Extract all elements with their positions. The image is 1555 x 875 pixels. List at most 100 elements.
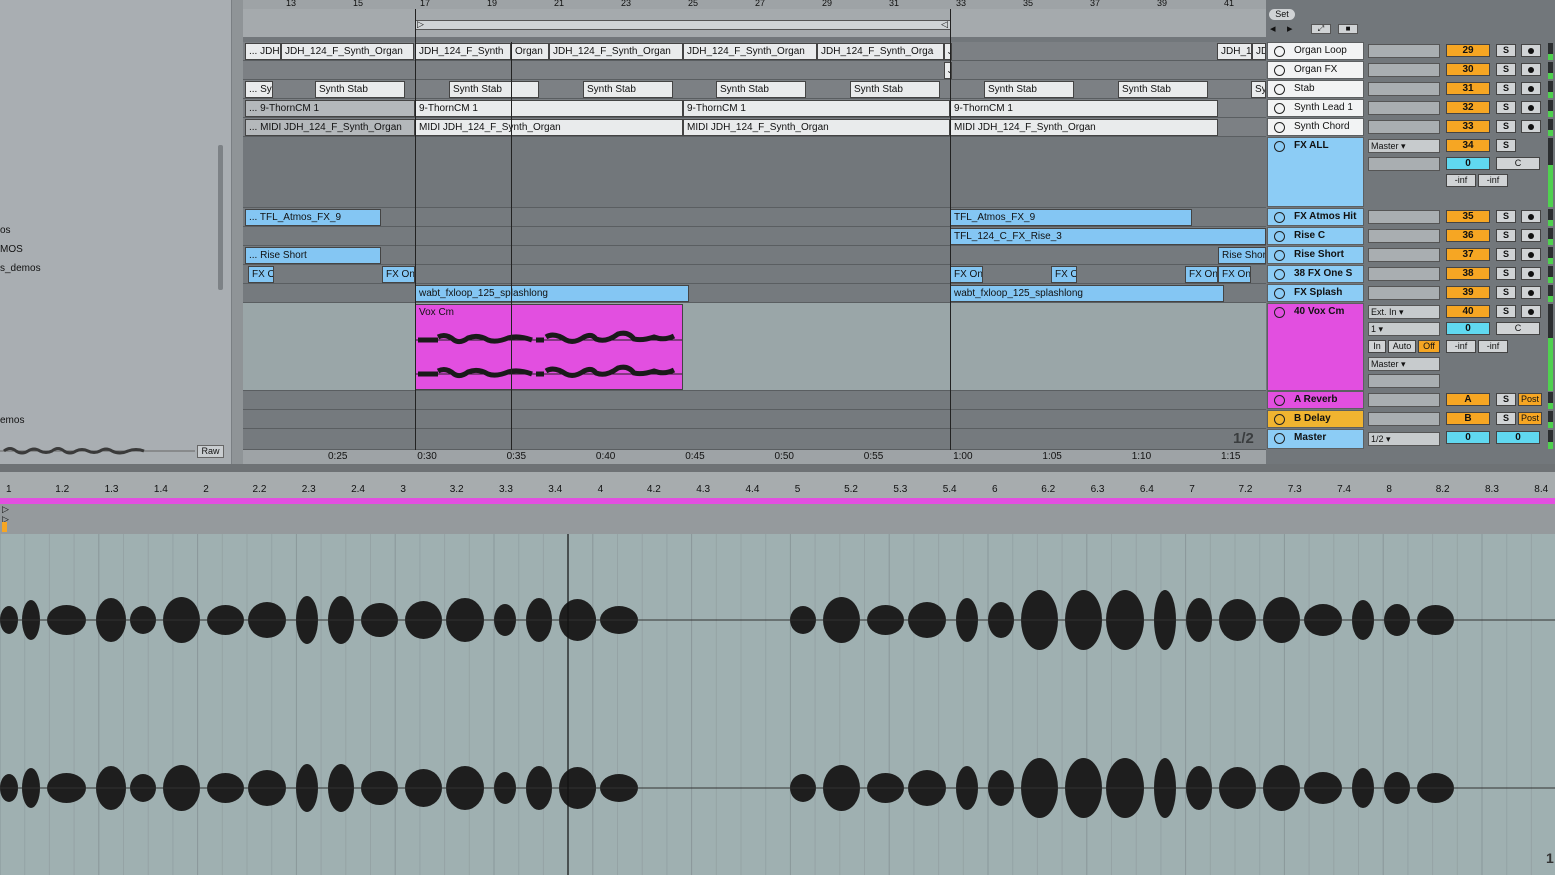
nav-next-icon[interactable]: ▸ xyxy=(1287,22,1293,35)
solo-button[interactable]: S xyxy=(1496,286,1516,299)
clip[interactable]: Synth Stab xyxy=(315,81,405,98)
lane-rise-short[interactable] xyxy=(243,246,1266,265)
clip[interactable]: Rise Shor xyxy=(1218,247,1266,264)
play-icon[interactable] xyxy=(1274,212,1285,223)
solo-button[interactable]: S xyxy=(1496,267,1516,280)
post-button[interactable]: Post xyxy=(1518,412,1542,425)
browser-scrollbar[interactable] xyxy=(218,145,223,290)
raw-button[interactable]: Raw xyxy=(197,445,224,458)
record-arm-button[interactable] xyxy=(1521,267,1541,280)
play-icon[interactable] xyxy=(1274,141,1285,152)
track-header[interactable]: Stab xyxy=(1267,80,1364,98)
track-header[interactable]: Synth Lead 1 xyxy=(1267,99,1364,117)
clip[interactable]: FX O xyxy=(1051,266,1077,283)
lane-fx-all[interactable] xyxy=(243,137,1266,208)
record-arm-button[interactable] xyxy=(1521,44,1541,57)
pan-value[interactable]: C xyxy=(1496,322,1540,335)
loop-region-row[interactable]: ▷ ◁ xyxy=(243,9,1266,37)
clip[interactable]: FX On xyxy=(382,266,415,283)
clip[interactable]: Synth Stab xyxy=(716,81,806,98)
lane-reverb[interactable] xyxy=(243,391,1266,410)
solo-button[interactable]: S xyxy=(1496,412,1516,425)
volume-value[interactable]: 0 xyxy=(1446,157,1490,170)
set-button[interactable]: Set xyxy=(1269,9,1295,20)
detail-waveform[interactable] xyxy=(0,534,1555,875)
track-header[interactable]: B Delay xyxy=(1267,410,1364,428)
record-arm-button[interactable] xyxy=(1521,210,1541,223)
play-icon[interactable] xyxy=(1274,288,1285,299)
clip[interactable]: JDH_124_F_Synth_Orga xyxy=(817,43,944,60)
lane-organ-fx[interactable] xyxy=(243,61,1266,80)
track-header[interactable]: FX Splash xyxy=(1267,284,1364,302)
clip[interactable]: ... JDH xyxy=(245,43,281,60)
mixer-slot[interactable] xyxy=(1368,248,1440,262)
solo-button[interactable]: S xyxy=(1496,229,1516,242)
time-ruler[interactable]: 0:25 0:30 0:35 0:40 0:45 0:50 0:55 1:00 1:05 1:10… xyxy=(243,450,1266,464)
record-arm-button[interactable] xyxy=(1521,82,1541,95)
track-header[interactable]: Rise Short xyxy=(1267,246,1364,264)
play-icon[interactable] xyxy=(1274,269,1285,280)
record-arm-button[interactable] xyxy=(1521,101,1541,114)
loop-brace[interactable] xyxy=(415,20,951,30)
track-header[interactable]: 40 Vox Cm xyxy=(1267,303,1364,391)
mixer-slot[interactable] xyxy=(1368,210,1440,224)
solo-button[interactable]: S xyxy=(1496,82,1516,95)
mixer-slot[interactable] xyxy=(1368,120,1440,134)
clip[interactable]: Synth Stab xyxy=(1118,81,1208,98)
clip[interactable]: 9-ThornCM 1 xyxy=(950,100,1218,117)
clip[interactable]: JDH_124_F_Synth_Organ xyxy=(683,43,817,60)
loop-start-marker[interactable]: ▷ xyxy=(417,19,424,30)
fold-icon[interactable] xyxy=(1274,414,1285,425)
track-header[interactable]: FX Atmos Hit xyxy=(1267,208,1364,226)
fold-icon[interactable] xyxy=(1274,395,1285,406)
track-header[interactable]: Synth Chord xyxy=(1267,118,1364,136)
clip[interactable]: TFL_124_C_FX_Rise_3 xyxy=(950,228,1266,245)
clip[interactable]: FX On xyxy=(950,266,983,283)
play-icon[interactable] xyxy=(1274,65,1285,76)
warp-marker-strip[interactable]: ▷ ▷ xyxy=(0,504,1555,534)
output-select[interactable]: Master ▾ xyxy=(1368,139,1440,153)
solo-button[interactable]: S xyxy=(1496,44,1516,57)
clip[interactable]: JDH_124_F_Synth_Organ xyxy=(281,43,414,60)
clip[interactable]: FX O xyxy=(248,266,274,283)
clip[interactable]: ... Sy xyxy=(245,81,273,98)
clip[interactable]: JDH_1 xyxy=(1217,43,1252,60)
solo-button[interactable]: S xyxy=(1496,248,1516,261)
lock-icon[interactable]: ■ xyxy=(1338,24,1358,34)
loop-end-marker[interactable]: ◁ xyxy=(941,19,948,30)
track-header[interactable]: Organ Loop xyxy=(1267,42,1364,60)
volume-value[interactable]: 0 xyxy=(1446,322,1490,335)
monitor-auto[interactable]: Auto xyxy=(1388,340,1416,353)
clip[interactable]: wabt_fxloop_125_splashlong xyxy=(950,285,1224,302)
solo-button[interactable]: S xyxy=(1496,393,1516,406)
clip[interactable]: ... MIDI JDH_124_F_Synth_Organ xyxy=(245,119,415,136)
lane-vox[interactable] xyxy=(243,303,1266,391)
mixer-slot[interactable] xyxy=(1368,44,1440,58)
clip[interactable]: 9-ThornCM 1 xyxy=(415,100,683,117)
lane-master[interactable] xyxy=(243,429,1266,450)
clip[interactable]: JD xyxy=(1252,43,1266,60)
clip[interactable]: TFL_Atmos_FX_9 xyxy=(950,209,1192,226)
browser-item[interactable]: s_demos xyxy=(0,263,41,274)
mixer-slot[interactable] xyxy=(1368,286,1440,300)
solo-button[interactable]: S xyxy=(1496,101,1516,114)
solo-button[interactable]: S xyxy=(1496,210,1516,223)
mixer-slot[interactable] xyxy=(1368,267,1440,281)
clip[interactable]: wabt_fxloop_125_splashlong xyxy=(415,285,689,302)
play-icon[interactable] xyxy=(1274,231,1285,242)
record-arm-button[interactable] xyxy=(1521,305,1541,318)
play-icon[interactable] xyxy=(1274,103,1285,114)
track-header[interactable]: Rise C xyxy=(1267,227,1364,245)
clip[interactable]: ... TFL_Atmos_FX_9 xyxy=(245,209,381,226)
record-arm-button[interactable] xyxy=(1521,286,1541,299)
lane-delay[interactable] xyxy=(243,410,1266,429)
clip[interactable]: Synth Stab xyxy=(850,81,940,98)
track-header[interactable]: Master xyxy=(1267,429,1364,449)
solo-button[interactable]: S xyxy=(1496,305,1516,318)
clip[interactable]: JDH_124_F_Synth_Organ xyxy=(549,43,683,60)
fold-icon[interactable] xyxy=(1274,433,1285,444)
output-select[interactable]: Master ▾ xyxy=(1368,357,1440,371)
play-icon[interactable] xyxy=(1274,84,1285,95)
clip[interactable]: Synth Stab xyxy=(449,81,539,98)
browser-item[interactable]: os xyxy=(0,225,11,236)
